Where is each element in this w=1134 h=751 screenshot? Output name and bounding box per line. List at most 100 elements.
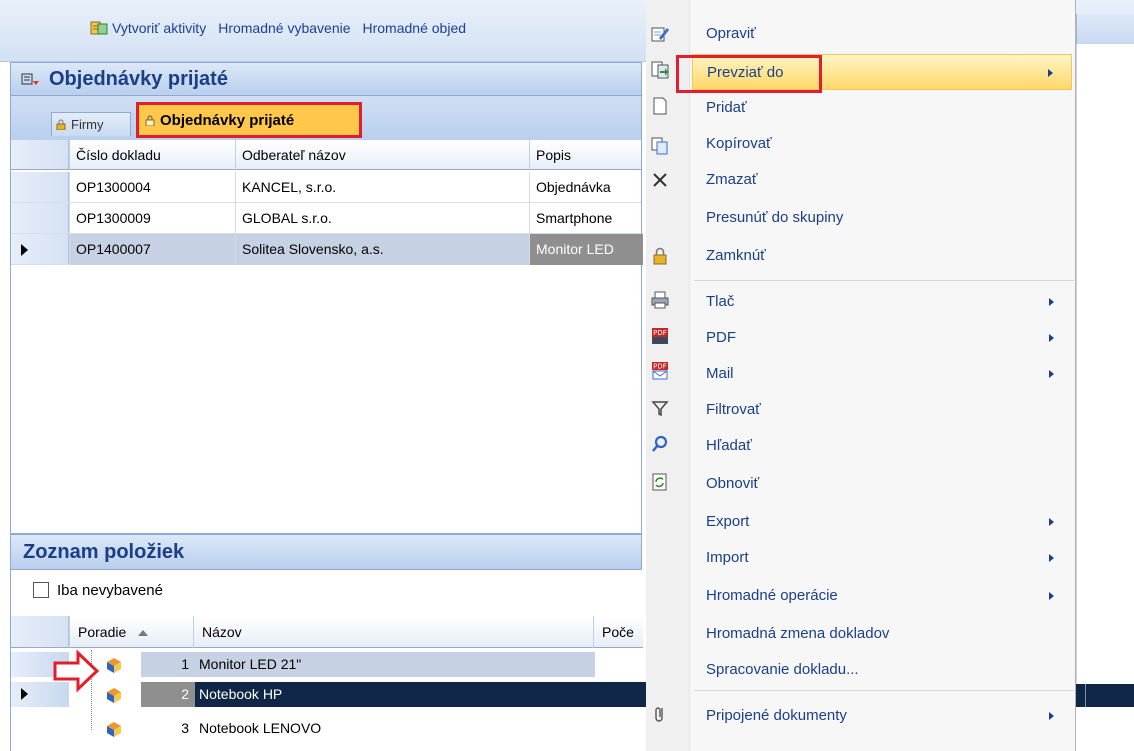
menu-item-zamknut[interactable]: Zamknúť — [692, 238, 1072, 274]
item-poradie: 2 — [141, 682, 195, 707]
menu-item-label: Mail — [706, 365, 734, 382]
menu-item-opravit[interactable]: Opraviť — [692, 16, 1072, 52]
menu-item-pridat[interactable]: Pridať — [692, 90, 1072, 126]
menu-item-hromadne-operacie[interactable]: Hromadné operácie — [692, 578, 1072, 614]
transfer-icon — [651, 61, 669, 79]
menu-item-label: Kopírovať — [706, 135, 772, 152]
menu-item-hromadna-zmena-dokladov[interactable]: Hromadná zmena dokladov — [692, 616, 1072, 652]
sort-ascending-icon — [138, 630, 149, 637]
submenu-arrow-icon — [1049, 592, 1054, 600]
submenu-arrow-icon — [1049, 298, 1054, 306]
delete-icon — [653, 173, 667, 187]
table-row[interactable]: OP1300009 GLOBAL s.r.o. Smartphone — [11, 203, 641, 234]
bulk-orders-button[interactable]: Hromadné objed — [363, 20, 467, 36]
svg-text:PDF: PDF — [653, 363, 667, 371]
item-poradie: 1 — [141, 652, 195, 677]
lock-icon — [653, 247, 667, 265]
filter-icon — [651, 401, 669, 417]
items-grid-header: Poradie Názov Poče — [11, 616, 643, 648]
menu-item-pripojene-dokumenty[interactable]: Pripojené dokumenty — [692, 698, 1072, 734]
lock-icon — [145, 115, 155, 126]
search-icon — [652, 435, 668, 452]
menu-item-label: Hromadná zmena dokladov — [706, 625, 890, 642]
tabs-row: Firmy Objednávky prijaté — [10, 96, 642, 140]
lock-icon — [56, 119, 66, 130]
pdf-icon: PDF — [652, 328, 668, 344]
menu-item-zmazat[interactable]: Zmazať — [692, 162, 1072, 198]
menu-separator — [694, 280, 1074, 281]
copy-icon — [651, 137, 668, 155]
menu-item-tlac[interactable]: Tlač — [692, 284, 1072, 320]
edit-icon — [651, 27, 669, 42]
submenu-arrow-icon — [1048, 69, 1053, 77]
menu-item-filtrovat[interactable]: Filtrovať — [692, 392, 1072, 428]
column-header-poradie[interactable]: Poradie — [69, 616, 193, 648]
only-unfulfilled-checkbox[interactable] — [33, 582, 49, 598]
annotation-arrow-icon — [53, 649, 100, 693]
menu-item-hladat[interactable]: Hľadať — [692, 428, 1072, 464]
create-activities-icon — [90, 21, 108, 35]
cell-odberatel: Solitea Slovensko, a.s. — [235, 234, 529, 265]
tab-objednavky-prijate[interactable]: Objednávky prijaté — [136, 102, 362, 138]
cell-cislo: OP1300004 — [69, 172, 235, 203]
cell-popis: Smartphone — [529, 203, 643, 234]
table-row-selected[interactable]: OP1400007 Solitea Slovensko, a.s. Monito… — [11, 234, 643, 265]
current-row-arrow-icon — [21, 244, 28, 256]
column-header-pocet[interactable]: Poče — [593, 616, 643, 648]
menu-item-label: PDF — [706, 329, 736, 346]
menu-item-label: Import — [706, 549, 749, 566]
row-indicator-header — [11, 616, 69, 647]
row-indicator[interactable] — [11, 234, 69, 264]
item-nazov: Monitor LED 21" — [195, 652, 595, 677]
column-header-nazov[interactable]: Názov — [193, 616, 593, 648]
list-item[interactable]: 3 Notebook LENOVO — [11, 716, 643, 741]
tab-firmy[interactable]: Firmy — [51, 112, 131, 136]
row-indicator-header — [11, 140, 69, 169]
item-package-icon — [107, 658, 121, 673]
cell-cislo: OP1300009 — [69, 203, 235, 234]
menu-item-pdf[interactable]: PDF — [692, 320, 1072, 356]
menu-item-import[interactable]: Import — [692, 540, 1072, 576]
menu-item-kopirovat[interactable]: Kopírovať — [692, 126, 1072, 162]
menu-separator — [694, 690, 1074, 691]
items-filter-row: Iba nevybavené — [10, 570, 642, 610]
column-header-poradie-label: Poradie — [78, 624, 127, 640]
column-header-cislo[interactable]: Číslo dokladu — [69, 140, 235, 170]
create-activities-button[interactable]: Vytvoriť aktivity — [90, 20, 206, 36]
menu-item-label: Presunúť do skupiny — [706, 209, 844, 226]
row-indicator[interactable] — [11, 203, 69, 233]
menu-item-presunut-do-skupiny[interactable]: Presunúť do skupiny — [692, 200, 1072, 236]
menu-item-mail[interactable]: Mail — [692, 356, 1072, 392]
menu-item-label: Export — [706, 513, 750, 530]
submenu-arrow-icon — [1049, 370, 1054, 378]
new-document-icon — [653, 97, 667, 115]
row-indicator[interactable] — [11, 716, 69, 741]
item-nazov: Notebook LENOVO — [199, 720, 322, 736]
pdf-mail-icon: PDF — [652, 362, 668, 380]
column-header-popis[interactable]: Popis — [529, 140, 643, 170]
menu-item-label: Hľadať — [706, 437, 752, 454]
cell-cislo: OP1400007 — [69, 234, 235, 265]
menu-item-label: Spracovanie dokladu... — [706, 661, 859, 678]
row-indicator[interactable] — [11, 172, 69, 202]
menu-item-label: Zmazať — [706, 171, 758, 188]
tab-firmy-label: Firmy — [71, 117, 104, 132]
items-section-header: Zoznam položiek — [10, 534, 642, 570]
right-panel-area — [1076, 44, 1134, 684]
module-title: Objednávky prijaté — [49, 67, 228, 90]
bulk-orders-label: Hromadné objed — [362, 20, 467, 36]
menu-item-export[interactable]: Export — [692, 504, 1072, 540]
menu-item-obnovit[interactable]: Obnoviť — [692, 466, 1072, 502]
bulk-fulfillment-button[interactable]: Hromadné vybavenie — [218, 20, 350, 36]
menu-item-label: Obnoviť — [706, 475, 760, 492]
menu-item-label: Pridať — [706, 99, 747, 116]
cell-odberatel: GLOBAL s.r.o. — [235, 203, 529, 234]
table-row[interactable]: OP1300004 KANCEL, s.r.o. Objednávka — [11, 172, 641, 203]
menu-item-spracovanie-dokladu[interactable]: Spracovanie dokladu... — [692, 652, 1072, 688]
create-activities-label: Vytvoriť aktivity — [112, 20, 207, 36]
menu-item-label: Tlač — [706, 293, 735, 310]
item-package-icon — [107, 688, 121, 703]
menu-item-label: Opraviť — [706, 25, 756, 42]
refresh-icon — [652, 473, 667, 491]
column-header-odberatel[interactable]: Odberateľ názov — [235, 140, 529, 170]
